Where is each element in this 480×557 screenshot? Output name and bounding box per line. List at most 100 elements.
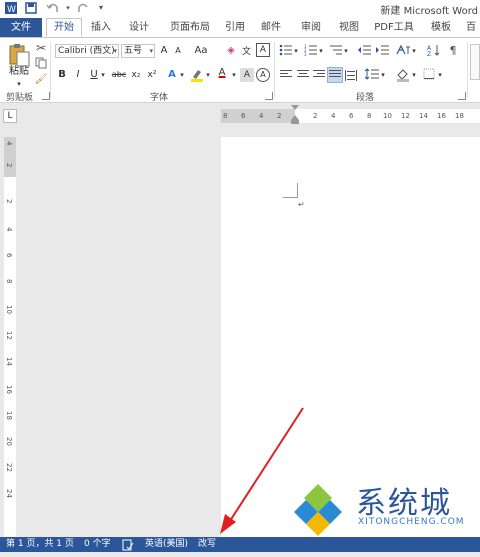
ruler-tick: 6 [241,112,246,120]
numbering-dropdown-icon[interactable]: ▾ [317,44,325,58]
ruler-tick: 4 [259,112,264,120]
copy-icon[interactable] [34,57,48,71]
tab-mailings[interactable]: 邮件 [258,18,284,38]
divider [50,42,51,98]
superscript-button[interactable]: x² [146,68,158,82]
borders-dropdown-icon[interactable]: ▾ [436,68,444,82]
tab-references[interactable]: 引用 [220,18,250,38]
language-status[interactable]: 英语(美国) [145,537,188,552]
show-marks-icon[interactable]: ¶ [446,44,460,58]
tab-review[interactable]: 审阅 [296,18,326,38]
tab-page-layout[interactable]: 页面布局 [164,18,216,38]
line-spacing-dropdown-icon[interactable]: ▾ [379,68,387,82]
ribbon: 粘贴 ▾ ✂ 🖌 剪贴板 Calibri (西文) ▾ 五号 ▾ A A Aa ◈ … [0,37,480,103]
word-count-status[interactable]: 0 个字 [84,537,111,552]
ruler-tick: 4 [5,141,13,146]
change-case-button[interactable]: Aa [192,44,210,58]
justify-button-active[interactable] [327,67,343,83]
ruler-tick: 12 [401,112,410,120]
tab-home[interactable]: 开始 [46,18,82,37]
align-left-icon[interactable] [280,70,292,80]
watermark-subtext: XITONGCHENG.COM [358,517,465,527]
italic-button[interactable]: I [72,68,84,82]
font-size-combo[interactable]: 五号 ▾ [121,44,155,58]
ribbon-tabs: 文件 开始 插入 设计 页面布局 引用 邮件 审阅 视图 PDF工具 模板 百 [0,18,480,38]
tab-more[interactable]: 百 [462,18,480,38]
tab-view[interactable]: 视图 [334,18,364,38]
status-bar: 第 1 页，共 1 页 0 个字 英语(美国) 改写 [0,537,480,552]
redo-icon[interactable] [76,1,90,15]
ruler-tick: 14 [419,112,428,120]
strikethrough-button[interactable]: abc [110,68,128,82]
tab-insert[interactable]: 插入 [86,18,116,38]
ruler-row: L 8 6 4 2 2 4 6 8 10 12 14 16 18 [0,103,480,130]
clipboard-launcher-icon[interactable] [42,92,50,100]
paragraph-launcher-icon[interactable] [458,92,466,100]
font-color-dropdown-icon[interactable]: ▾ [230,68,238,82]
document-title: 新建 Microsoft Word [380,6,478,17]
shading-icon[interactable] [396,68,410,82]
svg-text:3: 3 [304,52,307,56]
decrease-indent-icon[interactable] [356,44,372,58]
borders-icon[interactable] [422,68,436,82]
undo-icon[interactable] [46,1,60,15]
svg-text:Z: Z [427,51,431,56]
format-painter-icon[interactable]: 🖌 [34,73,48,87]
styles-gallery[interactable] [470,44,480,80]
paragraph-group-label: 段落 [356,93,375,103]
font-name-combo[interactable]: Calibri (西文) ▾ [55,44,119,58]
underline-dropdown-icon[interactable]: ▾ [99,68,107,82]
tab-file[interactable]: 文件 [0,18,42,38]
proofing-icon[interactable] [122,537,134,557]
shrink-font-button[interactable]: A [172,44,184,58]
cut-icon[interactable]: ✂ [34,41,48,55]
tab-templates[interactable]: 模板 [426,18,456,38]
ruler-tick: 4 [331,112,336,120]
undo-dropdown-icon[interactable]: ▾ [61,1,75,15]
ruler-tick: 6 [5,253,13,258]
align-center-icon[interactable] [297,70,309,80]
text-effects-dropdown-icon[interactable]: ▾ [178,68,186,82]
save-icon[interactable] [24,1,38,15]
multilevel-dropdown-icon[interactable]: ▾ [342,44,350,58]
subscript-button[interactable]: x₂ [130,68,142,82]
font-color-button[interactable]: A [216,66,228,80]
tab-stop-selector[interactable]: L [3,109,17,123]
highlight-dropdown-icon[interactable]: ▾ [204,68,212,82]
svg-text:文: 文 [242,45,251,56]
vertical-ruler[interactable]: 4 2 2 4 6 8 10 12 14 16 18 20 22 24 [4,137,16,537]
font-launcher-icon[interactable] [265,92,273,100]
grow-font-button[interactable]: A [158,44,170,58]
line-spacing-icon[interactable] [364,68,380,82]
shading-dropdown-icon[interactable]: ▾ [410,68,418,82]
watermark-text: 系统城 [356,486,452,521]
font-group-label: 字体 [150,93,169,103]
char-border-button[interactable]: A [256,43,270,57]
enclose-chars-button[interactable]: A [256,68,270,82]
phonetic-guide-button[interactable]: 文 [240,44,254,58]
ruler-tick: 2 [277,112,282,120]
distributed-icon[interactable] [345,70,357,81]
bold-button[interactable]: B [56,68,68,82]
clear-format-icon[interactable]: ◈ [224,44,238,58]
ruler-tick: 2 [5,199,13,204]
paste-dropdown-icon[interactable]: ▾ [12,77,26,91]
increase-indent-icon[interactable] [374,44,390,58]
horizontal-ruler[interactable]: 8 6 4 2 2 4 6 8 10 12 14 16 18 [221,109,480,123]
margin-corner-mark [297,183,298,198]
ruler-tick: 8 [367,112,372,120]
bullets-dropdown-icon[interactable]: ▾ [292,44,300,58]
clipboard-group-label: 剪贴板 [6,93,34,103]
sort-icon[interactable]: AZ [426,44,442,58]
tab-pdf-tools[interactable]: PDF工具 [372,18,416,38]
indent-marker-icon[interactable] [291,105,299,125]
char-shading-button[interactable]: A [240,68,254,82]
customize-quick-access-icon[interactable]: ▾ [94,1,108,15]
text-effects-button[interactable]: A [166,68,178,82]
highlight-color-icon[interactable] [190,68,204,82]
page-count-status[interactable]: 第 1 页，共 1 页 [6,537,74,552]
overtype-status[interactable]: 改写 [198,537,216,552]
chinese-layout-dropdown-icon[interactable]: ▾ [410,44,418,58]
align-right-icon[interactable] [313,70,325,80]
tab-design[interactable]: 设计 [124,18,154,38]
